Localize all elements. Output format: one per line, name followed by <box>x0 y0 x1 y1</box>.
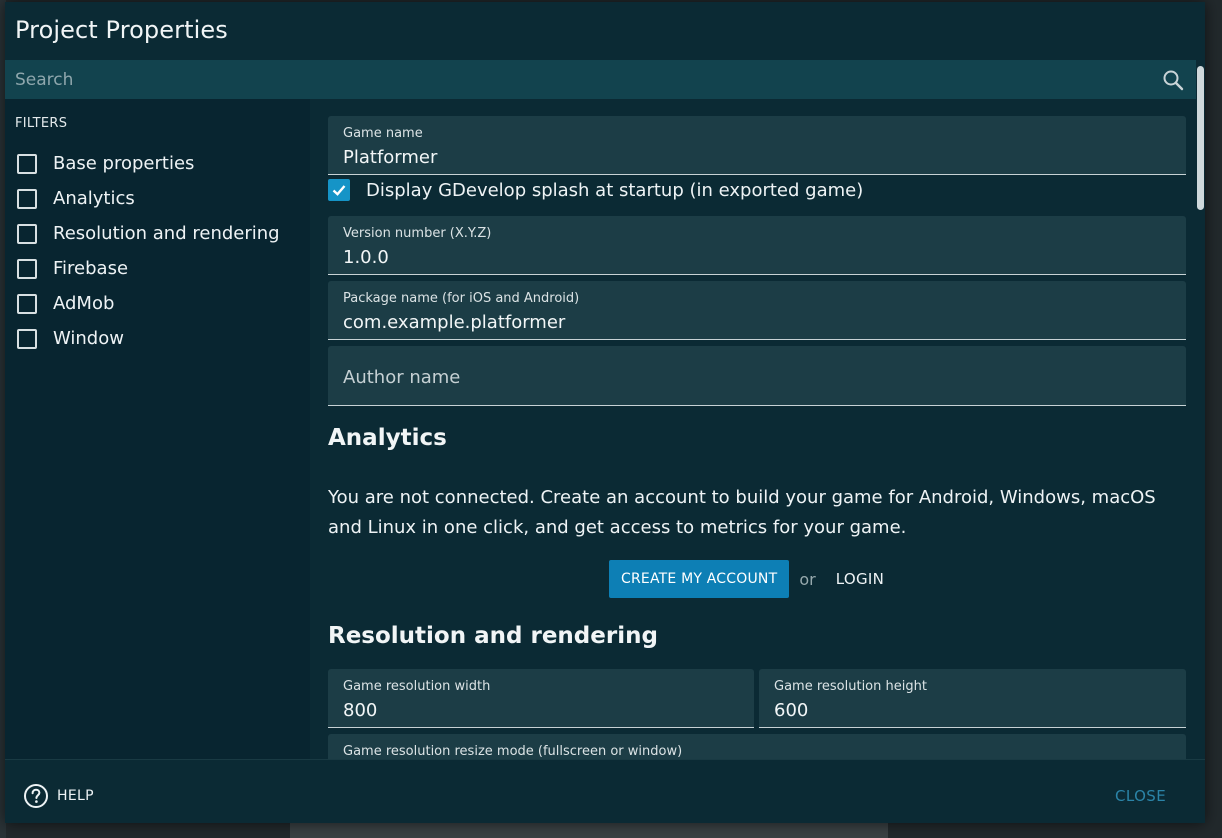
package-name-value[interactable]: com.example.platformer <box>343 312 565 333</box>
splash-checkbox-row[interactable]: Display GDevelop splash at startup (in e… <box>328 179 863 201</box>
help-button[interactable]: HELP <box>23 783 94 809</box>
close-button[interactable]: CLOSE <box>1115 787 1166 805</box>
version-number-value[interactable]: 1.0.0 <box>343 247 389 268</box>
filter-label: Base properties <box>53 153 195 174</box>
package-name-label: Package name (for iOS and Android) <box>343 291 580 306</box>
account-actions: CREATE MY ACCOUNT or LOGIN <box>609 560 884 598</box>
checkbox-icon[interactable] <box>17 188 37 209</box>
game-name-value[interactable]: Platformer <box>343 147 437 168</box>
filter-label: Firebase <box>53 258 129 279</box>
filter-base-properties[interactable]: Base properties <box>17 146 280 181</box>
checkbox-icon[interactable] <box>17 223 37 244</box>
checkmark-icon <box>332 185 346 196</box>
filter-analytics[interactable]: Analytics <box>17 181 280 216</box>
resolution-height-value[interactable]: 600 <box>774 700 808 721</box>
version-number-field[interactable]: Version number (X.Y.Z) 1.0.0 <box>328 216 1186 275</box>
help-label: HELP <box>57 788 94 804</box>
dialog-footer: HELP CLOSE <box>5 759 1205 823</box>
filter-label: AdMob <box>53 293 115 314</box>
checkbox-icon[interactable] <box>17 258 37 279</box>
resolution-width-value[interactable]: 800 <box>343 700 377 721</box>
search-bar <box>5 60 1205 99</box>
filter-label: Resolution and rendering <box>53 223 280 244</box>
filter-firebase[interactable]: Firebase <box>17 251 280 286</box>
filters-heading: FILTERS <box>15 116 68 131</box>
analytics-section-title: Analytics <box>328 425 447 451</box>
filter-label: Analytics <box>53 188 135 209</box>
author-name-placeholder[interactable]: Author name <box>343 367 460 388</box>
resolution-width-label: Game resolution width <box>343 679 491 694</box>
content-scrollbar[interactable] <box>1196 60 1205 760</box>
help-circle-icon <box>24 784 48 808</box>
checkbox-checked-icon[interactable] <box>328 179 350 201</box>
login-button[interactable]: LOGIN <box>836 570 884 588</box>
analytics-message: You are not connected. Create an account… <box>328 487 1156 538</box>
version-number-label: Version number (X.Y.Z) <box>343 226 492 241</box>
package-name-field[interactable]: Package name (for iOS and Android) com.e… <box>328 281 1186 340</box>
resolution-height-field[interactable]: Game resolution height 600 <box>759 669 1186 728</box>
splash-label: Display GDevelop splash at startup (in e… <box>366 179 864 201</box>
game-name-label: Game name <box>343 126 423 141</box>
project-properties-dialog: Project Properties FILTERS Base properti… <box>5 2 1205 823</box>
scroll-thumb[interactable] <box>1197 66 1204 210</box>
game-name-field[interactable]: Game name Platformer <box>328 116 1186 175</box>
backdrop-bottom-panel <box>290 822 888 838</box>
filters-sidebar: FILTERS Base properties Analytics Resolu… <box>5 99 310 759</box>
search-input[interactable] <box>15 66 1145 94</box>
properties-content: Game name Platformer Display GDevelop sp… <box>310 99 1196 759</box>
search-icon[interactable] <box>1161 68 1185 92</box>
resize-mode-select[interactable]: Game resolution resize mode (fullscreen … <box>328 734 1186 759</box>
resolution-section-title: Resolution and rendering <box>328 623 658 649</box>
filter-list: Base properties Analytics Resolution and… <box>17 146 280 356</box>
checkbox-icon[interactable] <box>17 153 37 174</box>
or-separator: or <box>799 569 816 589</box>
author-name-field[interactable]: Author name <box>328 346 1186 406</box>
resolution-height-label: Game resolution height <box>774 679 927 694</box>
checkbox-icon[interactable] <box>17 293 37 314</box>
filter-resolution-and-rendering[interactable]: Resolution and rendering <box>17 216 280 251</box>
filter-window[interactable]: Window <box>17 321 280 356</box>
dialog-title: Project Properties <box>15 16 228 44</box>
create-account-button[interactable]: CREATE MY ACCOUNT <box>609 560 790 598</box>
resize-mode-label: Game resolution resize mode (fullscreen … <box>343 744 683 759</box>
filter-label: Window <box>53 328 124 349</box>
resolution-width-field[interactable]: Game resolution width 800 <box>328 669 754 728</box>
checkbox-icon[interactable] <box>17 328 37 349</box>
filter-admob[interactable]: AdMob <box>17 286 280 321</box>
